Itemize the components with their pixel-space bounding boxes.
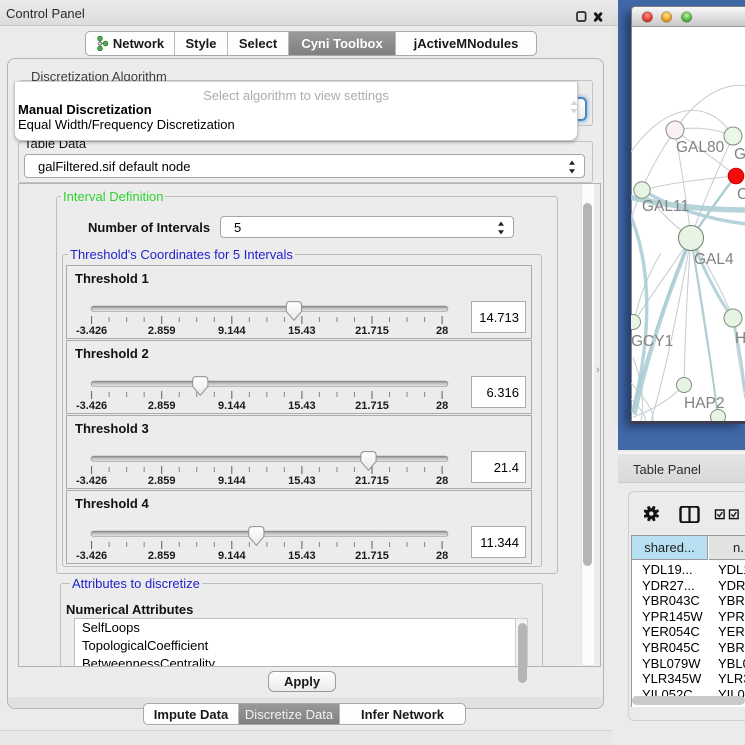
- svg-text:28: 28: [436, 400, 448, 412]
- svg-text:9.144: 9.144: [218, 400, 246, 412]
- svg-text:2.859: 2.859: [148, 325, 176, 337]
- svg-text:2.859: 2.859: [148, 475, 176, 487]
- svg-text:15.43: 15.43: [288, 550, 316, 562]
- svg-text:15.43: 15.43: [288, 475, 316, 487]
- svg-text:-3.426: -3.426: [76, 475, 107, 487]
- svg-text:21.715: 21.715: [355, 325, 389, 337]
- svg-text:GCY1: GCY1: [631, 333, 673, 350]
- svg-text:-3.426: -3.426: [76, 400, 107, 412]
- svg-text:-3.426: -3.426: [76, 550, 107, 562]
- svg-text:GAL80: GAL80: [676, 139, 725, 156]
- svg-text:15.43: 15.43: [288, 325, 316, 337]
- svg-text:9.144: 9.144: [218, 325, 246, 337]
- svg-text:28: 28: [436, 550, 448, 562]
- svg-text:2.859: 2.859: [148, 550, 176, 562]
- svg-text:GAL11: GAL11: [642, 198, 689, 215]
- svg-text:-3.426: -3.426: [76, 325, 107, 337]
- svg-text:GA: GA: [734, 146, 745, 163]
- svg-text:HAP2: HAP2: [684, 395, 725, 412]
- svg-text:28: 28: [436, 325, 448, 337]
- svg-text:2.859: 2.859: [148, 400, 176, 412]
- svg-text:GAL4: GAL4: [694, 251, 734, 268]
- svg-text:H: H: [735, 330, 745, 347]
- svg-text:9.144: 9.144: [218, 550, 246, 562]
- svg-text:CC: CC: [737, 186, 745, 203]
- svg-text:21.715: 21.715: [355, 550, 389, 562]
- svg-text:21.715: 21.715: [355, 475, 389, 487]
- svg-text:15.43: 15.43: [288, 400, 316, 412]
- svg-text:21.715: 21.715: [355, 400, 389, 412]
- svg-text:28: 28: [436, 475, 448, 487]
- svg-text:9.144: 9.144: [218, 475, 246, 487]
